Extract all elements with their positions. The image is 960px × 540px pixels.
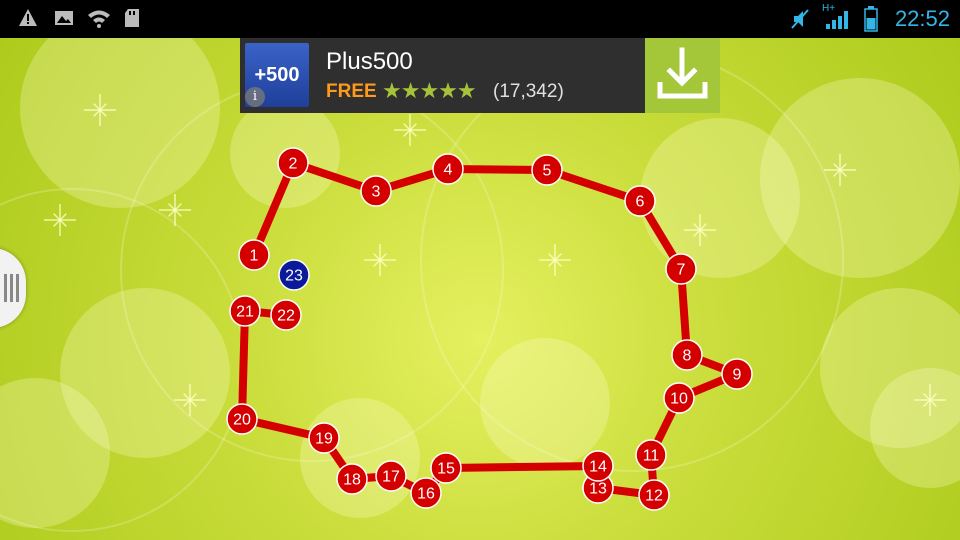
dot-number: 18 [343,472,361,489]
dot-6[interactable]: 6 [624,185,656,217]
dot-18[interactable]: 18 [336,463,368,495]
dot-14[interactable]: 14 [582,450,614,482]
dot-number: 23 [285,268,303,285]
sparkle-icon [174,384,206,416]
dot-number: 21 [236,304,254,321]
dot-number: 4 [444,162,453,179]
dot-number: 3 [372,184,381,201]
sparkle-icon [394,114,426,146]
dot-1[interactable]: 1 [238,239,270,271]
dot-20[interactable]: 20 [226,403,258,435]
dot-2[interactable]: 2 [277,147,309,179]
dot-number: 9 [733,367,742,384]
dot-17[interactable]: 17 [375,460,407,492]
dot-9[interactable]: 9 [721,358,753,390]
sparkle-icon [824,154,856,186]
sparkle-icon [364,244,396,276]
dot-3[interactable]: 3 [360,175,392,207]
dot-23[interactable]: 23 [278,259,310,291]
connecting-line [238,307,249,423]
sparkle-icon [684,214,716,246]
sparkle-icon [84,94,116,126]
dot-number: 10 [670,391,688,408]
dot-4[interactable]: 4 [432,153,464,185]
dot-number: 13 [589,481,607,498]
dot-7[interactable]: 7 [665,253,697,285]
dot-puzzle[interactable]: 1234 56789101112131415161718192021 2223 [0,0,960,540]
dot-12[interactable]: 12 [638,479,670,511]
dot-number: 6 [636,194,645,211]
dot-number: 12 [645,488,663,505]
sparkle-icon [159,194,191,226]
dot-number: 19 [315,431,333,448]
dot-number: 2 [289,156,298,173]
dot-number: 5 [543,163,552,180]
dot-15[interactable]: 15 [430,452,462,484]
dot-10[interactable]: 10 [663,382,695,414]
dot-16[interactable]: 16 [410,477,442,509]
sparkle-icon [44,204,76,236]
dot-19[interactable]: 19 [308,422,340,454]
connecting-line [442,462,602,472]
dot-number: 14 [589,459,607,476]
dot-number: 15 [437,461,455,478]
dot-number: 7 [677,262,686,279]
dot-21[interactable]: 21 [229,295,261,327]
sparkle-icon [914,384,946,416]
dot-number: 22 [277,308,295,325]
dot-number: 17 [382,469,400,486]
sparkle-icon [539,244,571,276]
dot-number: 20 [233,412,251,429]
dot-8[interactable]: 8 [671,339,703,371]
dot-5[interactable]: 5 [531,154,563,186]
dot-number: 16 [417,486,435,503]
dot-number: 11 [643,448,660,465]
dot-number: 1 [250,248,259,265]
dot-11[interactable]: 11 [635,439,667,471]
dot-number: 8 [683,348,692,365]
dot-22[interactable]: 22 [270,299,302,331]
